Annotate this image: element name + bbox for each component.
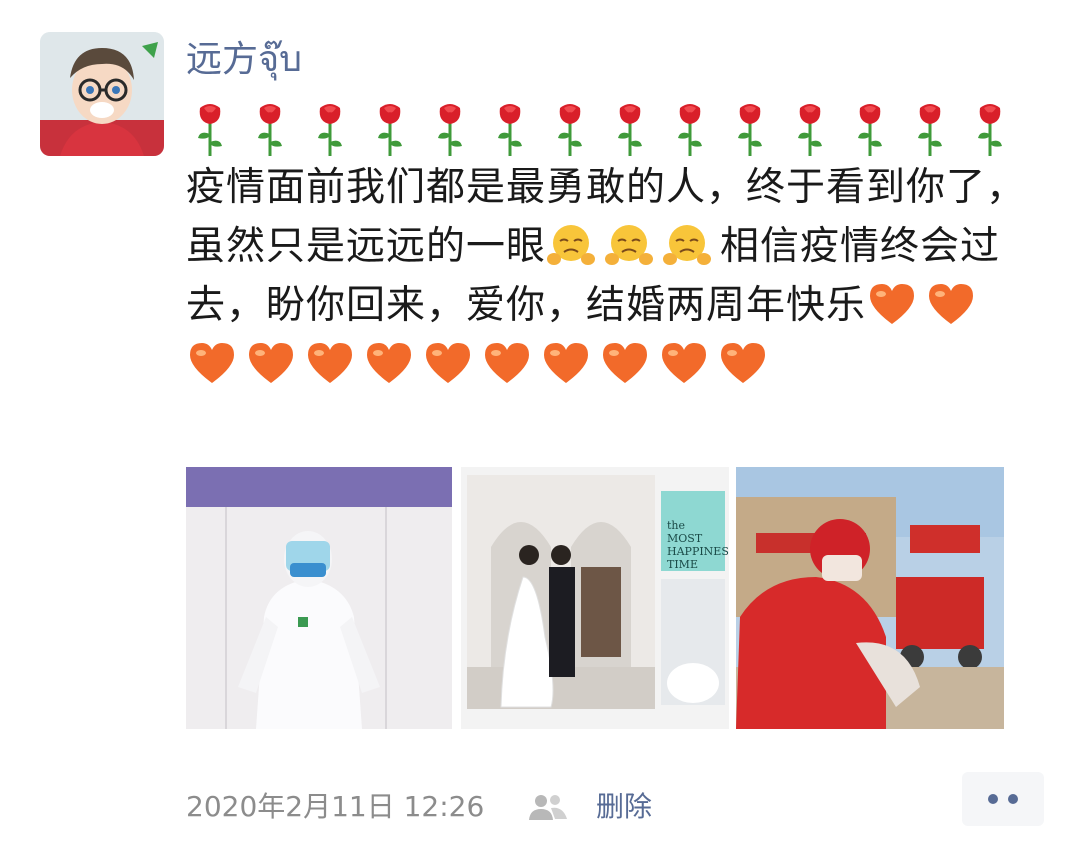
photo-wedding[interactable]: theMOSTHAPPINESSTIME [461, 467, 729, 729]
crying-emoji-group [546, 224, 720, 269]
post-text: 疫情面前我们都是最勇敢的人，终于看到你了，虽然只是远远的一眼 相信疫情终会过去，盼… [186, 158, 1026, 394]
orange-heart-emoji-icon [662, 343, 706, 383]
post-author-name[interactable]: 远方จุ๊บ [186, 34, 302, 86]
orange-heart-emoji-icon [249, 343, 293, 383]
orange-heart-emoji-icon [603, 343, 647, 383]
orange-heart-emoji-icon [485, 343, 529, 383]
rose-emoji-icon [678, 104, 702, 156]
orange-heart-emoji-icon [367, 343, 411, 383]
friends-icon [529, 795, 567, 820]
delete-button[interactable]: 删除 [596, 788, 652, 826]
rose-emoji-row [190, 100, 1020, 156]
more-button[interactable] [962, 772, 1044, 826]
rose-emoji-icon [318, 104, 342, 156]
orange-heart-emoji-icon [929, 284, 974, 324]
orange-heart-emoji-icon [544, 343, 588, 383]
crying-face-emoji-icon [547, 225, 596, 265]
rose-emoji-icon [198, 104, 222, 156]
orange-heart-emoji-icon [308, 343, 352, 383]
rose-emoji-icon [858, 104, 882, 156]
crying-face-emoji-icon [663, 225, 712, 265]
rose-emoji-icon [978, 104, 1002, 156]
rose-emoji-icon [618, 104, 642, 156]
crying-face-emoji-icon [605, 225, 654, 265]
rose-emoji-icon [258, 104, 282, 156]
more-dots-icon [1008, 794, 1018, 804]
rose-emoji-icon [378, 104, 402, 156]
rose-emoji-icon [918, 104, 942, 156]
post-footer: 2020年2月11日 12:26 删除 [186, 788, 1066, 828]
more-dots-icon [988, 794, 998, 804]
orange-heart-emoji-icon [426, 343, 470, 383]
rose-emoji-icon [498, 104, 522, 156]
orange-heart-emoji-icon [870, 284, 915, 324]
post-timestamp: 2020年2月11日 12:26 [186, 790, 485, 823]
rose-emoji-icon [558, 104, 582, 156]
rose-emoji-icon [798, 104, 822, 156]
photo-delivery-rider[interactable] [736, 467, 1004, 729]
orange-heart-emoji-icon [190, 343, 234, 383]
rose-emoji-icon [438, 104, 462, 156]
photo-protective-suit[interactable] [186, 467, 452, 729]
photo-grid: theMOSTHAPPINESSTIME [186, 467, 1006, 729]
orange-heart-emoji-icon [721, 343, 765, 383]
avatar-cartoon-icon [40, 32, 164, 156]
rose-emoji-icon [738, 104, 762, 156]
avatar[interactable] [40, 32, 164, 156]
